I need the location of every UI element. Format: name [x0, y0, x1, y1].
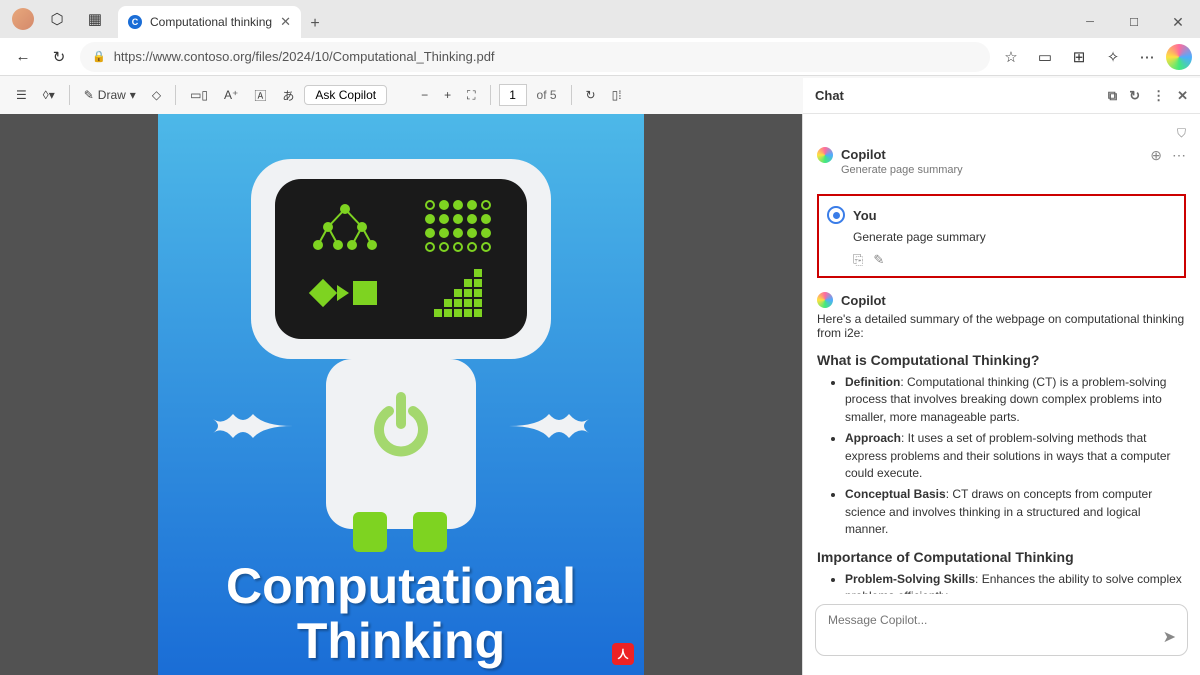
browser-tab[interactable]: C Computational thinking ✕	[118, 6, 301, 38]
suggestion-text: Generate page summary	[841, 164, 1142, 176]
page-view-icon[interactable]: ▯⁞	[606, 82, 628, 108]
tab-title: Computational thinking	[150, 15, 272, 29]
copilot-response: Copilot Here's a detailed summary of the…	[817, 292, 1186, 594]
copilot-icon	[817, 292, 833, 308]
maximize-button[interactable]: ☐	[1112, 6, 1156, 38]
add-chat-icon[interactable]: ⊕	[1150, 147, 1162, 164]
pdf-page: Computational Thinking 人	[158, 114, 644, 675]
response-list: Problem-Solving Skills: Enhances the abi…	[817, 571, 1186, 594]
chat-header: Chat ⧉ ↻ ⋮ ✕	[803, 78, 1200, 114]
window-titlebar: ⬡ ▦ C Computational thinking ✕ + ─ ☐ ✕	[0, 0, 1200, 38]
selection-tool-icon[interactable]: ◊▾	[37, 82, 61, 108]
response-list-item: Approach: It uses a set of problem-solvi…	[845, 430, 1186, 482]
response-list-item: Problem-Solving Skills: Enhances the abi…	[845, 571, 1186, 594]
zoom-out-icon[interactable]: −	[415, 82, 434, 108]
send-icon[interactable]: ➤	[1163, 627, 1176, 647]
response-list: Definition: Computational thinking (CT) …	[817, 374, 1186, 539]
user-message-text: Generate page summary	[853, 230, 1176, 244]
url-text: https://www.contoso.org/files/2024/10/Co…	[114, 49, 495, 64]
pdf-viewer[interactable]: Computational Thinking 人	[0, 114, 802, 675]
erase-icon[interactable]: ◇	[146, 82, 167, 108]
back-button[interactable]: ←	[8, 42, 38, 72]
shield-icon[interactable]: ⛉	[1177, 126, 1186, 141]
tab-close-icon[interactable]: ✕	[280, 14, 291, 30]
rotate-icon[interactable]: ↻	[580, 82, 602, 108]
refresh-button[interactable]: ↻	[44, 42, 74, 72]
fit-width-icon[interactable]: ⛶	[461, 82, 481, 108]
open-external-icon[interactable]: ⧉	[1108, 88, 1117, 104]
two-page-icon[interactable]: ▭▯	[184, 82, 214, 108]
chat-more-icon[interactable]: ⋮	[1152, 88, 1165, 104]
minimize-button[interactable]: ─	[1068, 6, 1112, 38]
extensions-icon[interactable]: ⊞	[1064, 42, 1094, 72]
adobe-icon[interactable]: 人	[612, 643, 634, 665]
response-intro: Here's a detailed summary of the webpage…	[817, 312, 1186, 340]
url-field[interactable]: 🔒 https://www.contoso.org/files/2024/10/…	[80, 42, 990, 72]
chat-suggestion[interactable]: Copilot Generate page summary ⊕ ⋯	[817, 147, 1186, 176]
pdf-title: Computational Thinking	[158, 559, 644, 669]
copilot-button[interactable]	[1166, 44, 1192, 70]
favorite-icon[interactable]: ☆	[996, 42, 1026, 72]
chat-panel: Chat ⧉ ↻ ⋮ ✕ ⛉ Copilot Generate page sum…	[802, 114, 1200, 675]
chat-close-icon[interactable]: ✕	[1177, 88, 1188, 104]
copy-icon[interactable]: ⎘	[853, 252, 863, 268]
robot-illustration	[251, 159, 551, 359]
profile-avatar[interactable]	[12, 8, 34, 30]
workspaces-icon[interactable]: ⬡	[42, 4, 72, 34]
page-number-input[interactable]	[499, 84, 527, 106]
reading-list-icon[interactable]: ▭	[1030, 42, 1060, 72]
suggestion-more-icon[interactable]: ⋯	[1172, 147, 1186, 164]
chat-title: Chat	[815, 88, 844, 103]
ask-copilot-button[interactable]: Ask Copilot	[304, 85, 387, 105]
tab-strip: C Computational thinking ✕ +	[118, 0, 1068, 38]
response-name: Copilot	[841, 293, 886, 308]
response-heading: Importance of Computational Thinking	[817, 549, 1186, 565]
more-icon[interactable]: ⋯	[1132, 42, 1162, 72]
lock-icon: 🔒	[92, 50, 106, 63]
user-avatar-icon	[827, 206, 845, 224]
edit-icon[interactable]: ✎	[873, 252, 884, 268]
page-total: of 5	[537, 88, 557, 102]
response-heading: What is Computational Thinking?	[817, 352, 1186, 368]
response-list-item: Conceptual Basis: CT draws on concepts f…	[845, 486, 1186, 538]
translate-icon[interactable]: あ	[276, 82, 300, 108]
chat-input[interactable]	[815, 604, 1188, 656]
draw-tool[interactable]: ✎ Draw ▾	[78, 82, 142, 108]
reload-icon[interactable]: ↻	[1129, 88, 1140, 104]
copilot-icon	[817, 147, 833, 163]
read-aloud-icon[interactable]: 🄰	[248, 82, 272, 108]
chat-body[interactable]: ⛉ Copilot Generate page summary ⊕ ⋯ You …	[803, 114, 1200, 594]
suggestion-name: Copilot	[841, 147, 1142, 162]
tab-favicon: C	[128, 15, 142, 29]
close-window-button[interactable]: ✕	[1156, 6, 1200, 38]
new-tab-button[interactable]: +	[301, 10, 329, 38]
chat-input-area: ➤	[803, 594, 1200, 675]
collections-icon[interactable]: ▦	[80, 4, 110, 34]
text-size-icon[interactable]: A⁺	[218, 82, 244, 108]
response-list-item: Definition: Computational thinking (CT) …	[845, 374, 1186, 426]
contents-icon[interactable]: ☰	[10, 82, 33, 108]
window-controls: ─ ☐ ✕	[1068, 6, 1200, 38]
zoom-in-icon[interactable]: +	[438, 82, 457, 108]
user-name: You	[853, 208, 877, 223]
user-message-highlighted: You Generate page summary ⎘ ✎	[817, 194, 1186, 278]
collections-icon[interactable]: ✧	[1098, 42, 1128, 72]
address-bar-row: ← ↻ 🔒 https://www.contoso.org/files/2024…	[0, 38, 1200, 76]
